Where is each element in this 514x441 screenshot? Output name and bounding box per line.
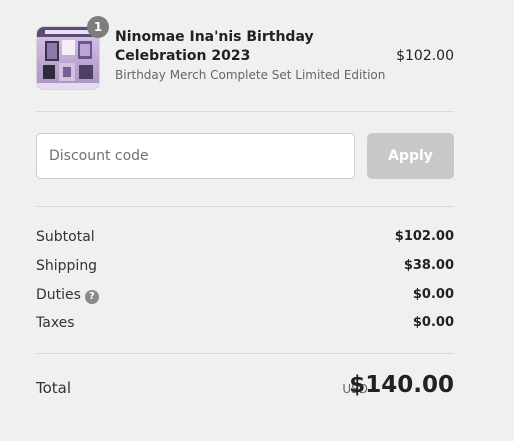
product-image-icon [37,27,99,89]
divider [36,353,454,354]
divider [36,111,454,112]
taxes-label: Taxes [36,315,75,331]
shipping-value: $38.00 [403,258,454,273]
discount-code-input[interactable] [36,133,355,179]
duties-label: Duties [36,287,81,303]
duties-label-group: Duties? [36,287,99,304]
shipping-label: Shipping [36,258,98,274]
apply-discount-button[interactable]: Apply [367,133,454,179]
total-label: Total [36,379,72,397]
subtotal-value: $102.00 [394,229,454,244]
duties-row: Duties? $0.00 [36,287,454,307]
product-price: $102.00 [396,48,454,64]
help-icon[interactable]: ? [84,290,99,304]
taxes-value: $0.00 [412,315,454,330]
cart-line-item: 1 Ninomae Ina'nis Birthday Celebration 2… [36,16,454,90]
quantity-badge: 1 [87,16,109,38]
subtotal-label: Subtotal [36,229,95,245]
product-name: Ninomae Ina'nis Birthday Celebration 202… [115,29,314,64]
shipping-row: Shipping $38.00 [36,258,454,278]
product-variant: Birthday Merch Complete Set Limited Edit… [115,68,386,82]
total-value: $140.00 [349,372,454,398]
taxes-row: Taxes $0.00 [36,315,454,335]
order-summary-panel: 1 Ninomae Ina'nis Birthday Celebration 2… [36,0,454,441]
divider [36,206,454,207]
duties-value: $0.00 [412,287,454,302]
subtotal-row: Subtotal $102.00 [36,229,454,249]
